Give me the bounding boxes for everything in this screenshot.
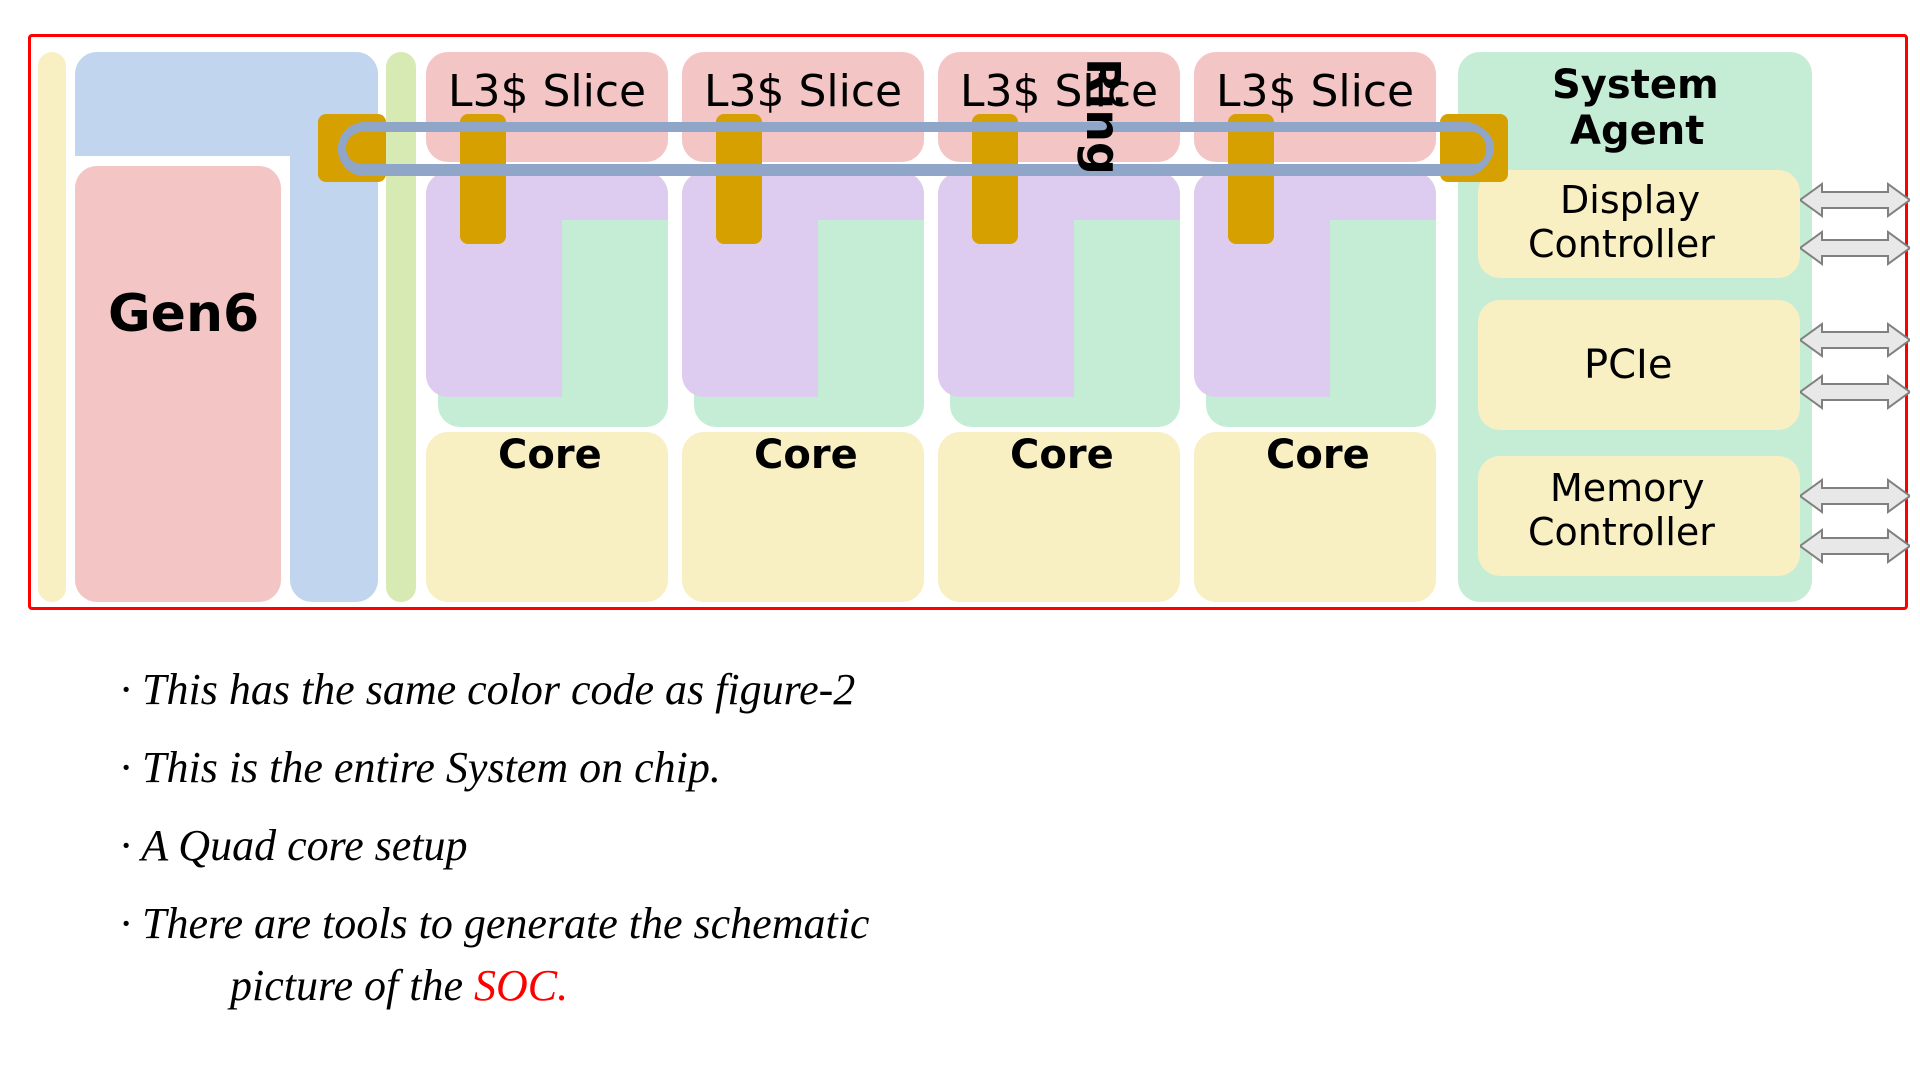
- gpu-block: [75, 166, 281, 602]
- ring-rail-bot: [352, 164, 1478, 170]
- note-line-4a: · There are tools to generate the schema…: [120, 896, 869, 951]
- core-tile-3-core-label: Core: [1266, 432, 1370, 478]
- core-tile-3-l3-label: L3$ Slice: [1216, 66, 1414, 117]
- arrow-display-1-icon: [1800, 180, 1910, 220]
- arrow-pcie-1-icon: [1800, 320, 1910, 360]
- ring-label: Ring: [1076, 58, 1130, 175]
- note-line-2: · This is the entire System on chip.: [120, 740, 721, 795]
- note-line-3: · A Quad core setup: [120, 818, 468, 873]
- note-line-1: · This has the same color code as figure…: [120, 662, 855, 717]
- arrow-mem-1-icon: [1800, 476, 1910, 516]
- system-agent-title-l2: Agent: [1570, 108, 1704, 154]
- arrow-pcie-2-icon: [1800, 372, 1910, 412]
- note-line-4b-red: SOC.: [474, 961, 568, 1010]
- note-line-4b-black: picture of the: [230, 961, 474, 1010]
- system-agent-title-l1: System: [1552, 62, 1719, 108]
- arrow-mem-2-icon: [1800, 526, 1910, 566]
- pcie-label: PCIe: [1584, 342, 1672, 388]
- core-tile-2-core-label: Core: [1010, 432, 1114, 478]
- display-controller-l2: Controller: [1528, 222, 1715, 266]
- core-tile-0-l3-label: L3$ Slice: [448, 66, 646, 117]
- memory-controller-l1: Memory: [1550, 466, 1705, 510]
- ring-rail-top: [352, 126, 1478, 132]
- memory-controller-l2: Controller: [1528, 510, 1715, 554]
- note-line-4b: picture of the SOC.: [230, 958, 568, 1013]
- core-tile-1-l3-label: L3$ Slice: [704, 66, 902, 117]
- display-controller-l1: Display: [1560, 178, 1700, 222]
- arrow-display-2-icon: [1800, 228, 1910, 268]
- core-tile-0-core-label: Core: [498, 432, 602, 478]
- left-strip: [38, 52, 66, 602]
- gpu-label: Gen6: [108, 284, 259, 344]
- core-tile-1-core-label: Core: [754, 432, 858, 478]
- stage: Gen6 L3$ Slice Core L3$ Slice Core L3$ S…: [0, 0, 1920, 1080]
